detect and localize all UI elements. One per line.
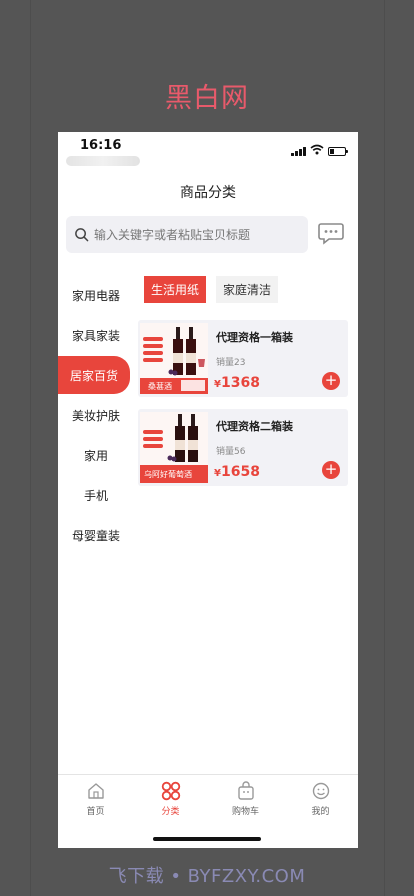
wifi-icon	[310, 144, 324, 155]
home-icon	[87, 783, 104, 799]
product-price: ¥1658	[214, 461, 260, 480]
product-name: 代理资格二箱装	[216, 420, 293, 433]
product-price: ¥1368	[214, 372, 260, 391]
frame-divider-right	[384, 0, 385, 896]
sidebar-item-beauty[interactable]: 美妆护肤	[58, 396, 134, 434]
price-value: 1658	[220, 464, 260, 480]
search-icon	[75, 228, 89, 242]
tab-label: 我的	[311, 807, 330, 817]
product-card[interactable]: 桑葚酒 代理资格一箱装 销量23 ¥1368 +	[138, 320, 348, 397]
sidebar-item-label: 家具家装	[71, 328, 120, 343]
watermark: 飞下载 • BYFZXY.COM	[108, 866, 306, 887]
add-to-cart-button[interactable]: +	[322, 461, 340, 479]
tab-label: 分类	[161, 807, 180, 817]
sidebar-item-label: 家用	[83, 448, 108, 463]
status-bar: 16:16	[58, 132, 358, 172]
sidebar-item-label: 居家百货	[69, 368, 118, 383]
sidebar-item-appliances[interactable]: 家用电器	[58, 276, 134, 314]
subcategory-tabs: 生活用纸 家庭清洁	[144, 276, 279, 303]
sidebar-item-home[interactable]: 家用	[58, 436, 134, 474]
sidebar-item-label: 手机	[83, 488, 108, 503]
cart-icon	[237, 781, 254, 800]
sidebar-item-baby[interactable]: 母婴童装	[58, 516, 134, 554]
product-card[interactable]: 乌阿好葡萄酒 代理资格二箱装 销量56 ¥1658 +	[138, 409, 348, 486]
product-image: 乌阿好葡萄酒	[140, 412, 208, 483]
subtab-paper[interactable]: 生活用纸	[144, 276, 207, 303]
sidebar-item-label: 母婴童装	[71, 528, 120, 543]
profile-icon	[312, 782, 329, 800]
sidebar-item-furniture[interactable]: 家具家装	[58, 316, 134, 354]
frame-divider-left	[30, 0, 31, 896]
add-to-cart-button[interactable]: +	[322, 372, 340, 390]
message-icon[interactable]	[318, 222, 344, 246]
search-input[interactable]: 输入关键字或者粘贴宝贝标题	[66, 216, 308, 253]
sidebar-item-household[interactable]: 居家百货	[58, 356, 130, 394]
subtab-cleaning[interactable]: 家庭清洁	[216, 276, 279, 303]
tab-label: 首页	[86, 807, 105, 817]
tab-label: 购物车	[231, 807, 259, 817]
sidebar-item-phones[interactable]: 手机	[58, 476, 134, 514]
sidebar-item-label: 家用电器	[71, 288, 120, 303]
page-title: 商品分类	[180, 185, 236, 201]
status-time: 16:16	[80, 138, 122, 153]
product-sales: 销量56	[216, 447, 246, 457]
sidebar-item-label: 美妆护肤	[71, 408, 120, 423]
category-icon	[161, 781, 180, 801]
product-image-caption: 桑葚酒	[148, 382, 172, 391]
product-list: 桑葚酒 代理资格一箱装 销量23 ¥1368 + 乌阿好葡萄酒 代理资格二箱装 …	[138, 320, 348, 498]
battery-icon	[328, 147, 348, 156]
brand-title: 黑白网	[165, 83, 249, 114]
price-value: 1368	[220, 375, 260, 391]
currency-symbol: ¥	[214, 468, 221, 479]
home-indicator	[153, 837, 261, 841]
search-placeholder: 输入关键字或者粘贴宝贝标题	[94, 228, 251, 242]
blurred-carrier	[66, 156, 140, 166]
product-image: 桑葚酒	[140, 323, 208, 394]
product-sales: 销量23	[216, 358, 246, 368]
tab-profile[interactable]: 我的	[283, 775, 358, 848]
product-image-caption: 乌阿好葡萄酒	[144, 470, 192, 479]
category-sidebar: 家用电器 家具家装 居家百货 美妆护肤 家用 手机 母婴童装	[58, 276, 134, 556]
tab-home[interactable]: 首页	[58, 775, 133, 848]
phone-screen: 16:16 商品分类 输入关键字或者粘贴宝贝标题 家用电器 家具家装 居家百货 …	[58, 132, 358, 848]
signal-icon	[291, 146, 306, 156]
product-name: 代理资格一箱装	[216, 331, 293, 344]
currency-symbol: ¥	[214, 379, 221, 390]
